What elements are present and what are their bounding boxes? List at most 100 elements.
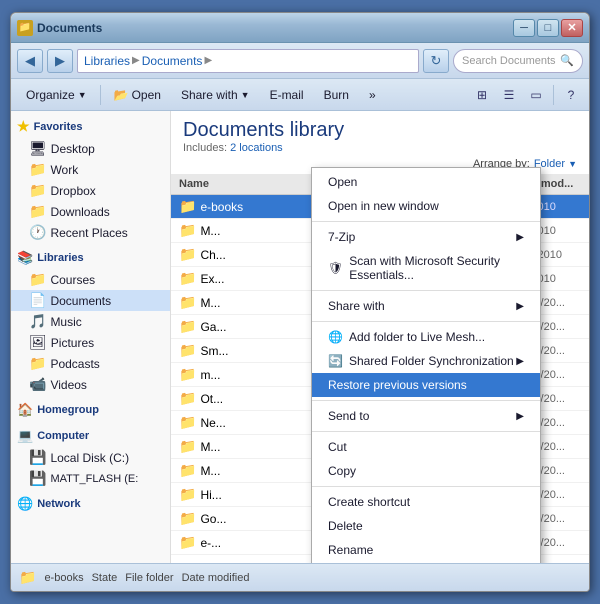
ctx-sync[interactable]: 🔄 Shared Folder Synchronization ▶ (312, 349, 540, 373)
podcasts-icon: 📁 (29, 355, 46, 372)
sidebar-item-videos[interactable]: 📹 Videos (11, 374, 170, 395)
ctx-rename[interactable]: Rename (312, 538, 540, 562)
view-preview-button[interactable]: ▭ (524, 84, 548, 106)
ctx-sep-6 (312, 486, 540, 487)
ctx-open-new-window[interactable]: Open in new window (312, 194, 540, 218)
breadcrumb-arrow-2: ▶ (204, 55, 212, 66)
email-button[interactable]: E-mail (261, 83, 313, 107)
back-button[interactable]: ◀ (17, 49, 43, 73)
sidebar-item-work[interactable]: 📁 Work (11, 159, 170, 180)
breadcrumb-libraries[interactable]: Libraries (84, 54, 130, 68)
ctx-cut-label: Cut (328, 440, 347, 454)
library-locations-link[interactable]: 2 locations (230, 142, 283, 154)
help-button[interactable]: ? (559, 84, 583, 106)
ctx-delete-label: Delete (328, 519, 363, 533)
ctx-restore[interactable]: Restore previous versions (312, 373, 540, 397)
ctx-open-new-window-label: Open in new window (328, 199, 439, 213)
folder-icon-2: 📁 (179, 246, 196, 263)
sidebar-item-pictures[interactable]: 🖼 Pictures (11, 332, 170, 353)
favorites-label: Favorites (34, 121, 83, 133)
ctx-share-with[interactable]: Share with ▶ (312, 294, 540, 318)
open-button[interactable]: 📂 Open (105, 83, 170, 107)
computer-header[interactable]: 💻 Computer (11, 425, 170, 447)
local-disk-label: Local Disk (C:) (50, 451, 129, 465)
ctx-sep-3 (312, 321, 540, 322)
folder-icon-6: 📁 (179, 342, 196, 359)
ctx-cut[interactable]: Cut (312, 435, 540, 459)
ctx-delete[interactable]: Delete (312, 514, 540, 538)
sidebar-item-local-disk[interactable]: 💾 Local Disk (C:) (11, 447, 170, 468)
ebooks-folder-icon: 📁 (179, 198, 196, 215)
courses-icon: 📁 (29, 271, 46, 288)
sidebar-item-downloads[interactable]: 📁 Downloads (11, 201, 170, 222)
sidebar-item-flash[interactable]: 💾 MATT_FLASH (E: (11, 468, 170, 489)
toolbar-separator-1 (100, 85, 101, 105)
desktop-icon: 🖥 (29, 140, 47, 157)
breadcrumb-bar[interactable]: Libraries ▶ Documents ▶ (77, 49, 419, 73)
share-arrow-icon: ▼ (241, 90, 250, 100)
flash-label: MATT_FLASH (E: (50, 473, 138, 485)
view-toggle-button[interactable]: ⊞ (470, 84, 494, 106)
downloads-icon: 📁 (29, 203, 46, 220)
sidebar-item-podcasts[interactable]: 📁 Podcasts (11, 353, 170, 374)
flash-icon: 💾 (29, 470, 46, 487)
favorites-header[interactable]: ★ Favorites (11, 115, 170, 138)
music-label: Music (50, 315, 81, 329)
organize-button[interactable]: Organize ▼ (17, 83, 96, 107)
libraries-header[interactable]: 📚 Libraries (11, 247, 170, 269)
maximize-button[interactable]: □ (537, 19, 559, 37)
view-details-button[interactable]: ☰ (497, 84, 521, 106)
ctx-live-mesh-icon: 🌐 (328, 330, 343, 344)
ctx-restore-label: Restore previous versions (328, 378, 467, 392)
minimize-button[interactable]: ─ (513, 19, 535, 37)
forward-button[interactable]: ▶ (47, 49, 73, 73)
content-header: Documents library Includes: 2 locations (171, 111, 589, 158)
share-with-button[interactable]: Share with ▼ (172, 83, 259, 107)
folder-icon-8: 📁 (179, 390, 196, 407)
breadcrumb-documents[interactable]: Documents (142, 54, 203, 68)
folder-icon-13: 📁 (179, 510, 196, 527)
title-bar-left: 📁 Documents (17, 20, 102, 36)
ctx-create-shortcut[interactable]: Create shortcut (312, 490, 540, 514)
libraries-label: Libraries (37, 252, 83, 264)
ctx-7zip[interactable]: 7-Zip ▶ (312, 225, 540, 249)
ctx-scan[interactable]: 🛡 Scan with Microsoft Security Essential… (312, 249, 540, 287)
folder-icon-14: 📁 (179, 534, 196, 551)
recent-places-icon: 🕐 (29, 224, 46, 241)
courses-label: Courses (50, 273, 95, 287)
ctx-sep-4 (312, 400, 540, 401)
downloads-label: Downloads (50, 205, 109, 219)
burn-button[interactable]: Burn (315, 83, 358, 107)
ctx-copy[interactable]: Copy (312, 459, 540, 483)
close-button[interactable]: ✕ (561, 19, 583, 37)
sidebar-item-courses[interactable]: 📁 Courses (11, 269, 170, 290)
ctx-open[interactable]: Open (312, 170, 540, 194)
dropbox-label: Dropbox (50, 184, 95, 198)
toolbar-right: ⊞ ☰ ▭ ? (470, 84, 583, 106)
search-box[interactable]: Search Documents 🔍 (453, 49, 583, 73)
status-file-name: e-books (44, 572, 83, 584)
homegroup-icon: 🏠 (17, 402, 33, 418)
more-button[interactable]: » (360, 83, 385, 107)
ctx-send-to[interactable]: Send to ▶ (312, 404, 540, 428)
videos-icon: 📹 (29, 376, 46, 393)
sidebar-item-dropbox[interactable]: 📁 Dropbox (11, 180, 170, 201)
recent-places-label: Recent Places (50, 226, 127, 240)
pictures-icon: 🖼 (29, 334, 47, 351)
sidebar-item-documents[interactable]: 📄 Documents (11, 290, 170, 311)
ctx-7zip-label: 7-Zip (328, 230, 355, 244)
breadcrumb-arrow-1: ▶ (132, 55, 140, 66)
pictures-label: Pictures (51, 336, 94, 350)
library-subtitle: Includes: 2 locations (183, 142, 577, 154)
folder-icon-5: 📁 (179, 318, 196, 335)
documents-icon: 📄 (29, 292, 46, 309)
refresh-button[interactable]: ↻ (423, 49, 449, 73)
network-header[interactable]: 🌐 Network (11, 493, 170, 515)
sidebar-item-music[interactable]: 🎵 Music (11, 311, 170, 332)
sidebar-item-recent-places[interactable]: 🕐 Recent Places (11, 222, 170, 243)
homegroup-header[interactable]: 🏠 Homegroup (11, 399, 170, 421)
network-section: 🌐 Network (11, 493, 170, 515)
sidebar-item-desktop[interactable]: 🖥 Desktop (11, 138, 170, 159)
window-title: Documents (37, 21, 102, 35)
ctx-live-mesh[interactable]: 🌐 Add folder to Live Mesh... (312, 325, 540, 349)
